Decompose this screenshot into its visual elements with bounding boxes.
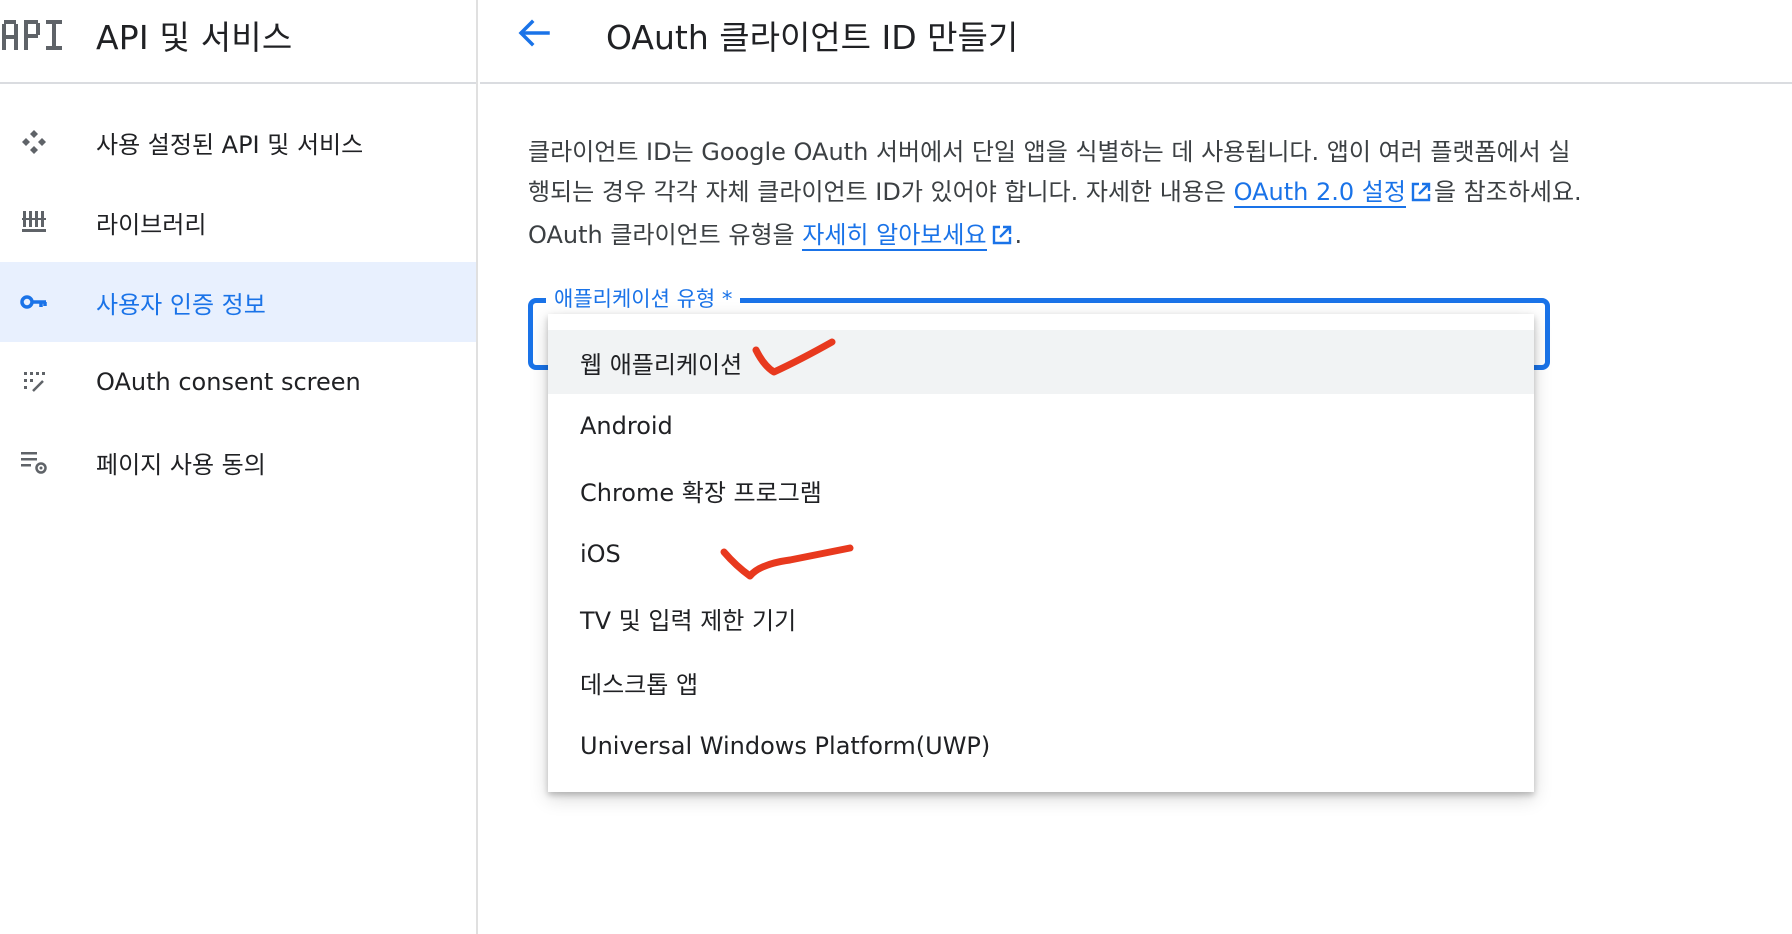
library-icon	[14, 202, 54, 242]
sidebar-item-label: 라이브러리	[96, 210, 207, 239]
sidebar-item-enabled-apis[interactable]: 사용 설정된 API 및 서비스	[0, 102, 476, 182]
option-uwp[interactable]: Universal Windows Platform(UWP)	[548, 714, 1534, 778]
arrow-left-icon	[516, 15, 552, 55]
application-type-label: 애플리케이션 유형 *	[546, 283, 741, 313]
sidebar-item-page-consent[interactable]: 페이지 사용 동의	[0, 422, 476, 502]
sidebar-item-oauth-consent[interactable]: OAuth consent screen	[0, 342, 476, 422]
sidebar-item-label: OAuth consent screen	[96, 368, 361, 396]
sidebar-item-label: 페이지 사용 동의	[96, 450, 266, 479]
api-logo-icon	[0, 15, 66, 55]
page-title: OAuth 클라이언트 ID 만들기	[606, 18, 1019, 57]
sidebar-item-label: 사용 설정된 API 및 서비스	[96, 130, 364, 159]
main-header: OAuth 클라이언트 ID 만들기	[480, 0, 1792, 84]
sidebar-item-label: 사용자 인증 정보	[96, 290, 266, 319]
key-icon	[14, 282, 54, 322]
external-link-icon	[991, 218, 1013, 258]
sidebar: API 및 서비스 사용 설정된 API 및 서비스 라이브러리 사용자 인증 …	[0, 0, 478, 934]
app-title: API 및 서비스	[96, 18, 293, 57]
api-diamond-icon	[14, 122, 54, 162]
application-type-dropdown: 웹 애플리케이션 Android Chrome 확장 프로그램 iOS TV 및…	[548, 314, 1534, 792]
consent-grid-icon	[14, 362, 54, 402]
app-window: API 및 서비스 사용 설정된 API 및 서비스 라이브러리 사용자 인증 …	[0, 0, 1792, 934]
description-part3: .	[1014, 221, 1023, 249]
back-button[interactable]	[506, 7, 562, 63]
option-desktop-app[interactable]: 데스크톱 앱	[548, 650, 1534, 714]
oauth-settings-link[interactable]: OAuth 2.0 설정	[1233, 178, 1406, 208]
main-content: OAuth 클라이언트 ID 만들기 클라이언트 ID는 Google OAut…	[480, 0, 1792, 934]
sidebar-nav: 사용 설정된 API 및 서비스 라이브러리 사용자 인증 정보 OAuth c…	[0, 102, 476, 502]
list-settings-icon	[14, 442, 54, 482]
learn-more-link[interactable]: 자세히 알아보세요	[802, 221, 987, 251]
sidebar-header: API 및 서비스	[0, 0, 476, 84]
description-text: 클라이언트 ID는 Google OAuth 서버에서 단일 앱을 식별하는 데…	[528, 132, 1588, 258]
option-tv-limited-input[interactable]: TV 및 입력 제한 기기	[548, 586, 1534, 650]
option-ios[interactable]: iOS	[548, 522, 1534, 586]
sidebar-item-credentials[interactable]: 사용자 인증 정보	[0, 262, 476, 342]
external-link-icon	[1410, 175, 1432, 215]
option-android[interactable]: Android	[548, 394, 1534, 458]
sidebar-item-library[interactable]: 라이브러리	[0, 182, 476, 262]
option-chrome-extension[interactable]: Chrome 확장 프로그램	[548, 458, 1534, 522]
option-web-app[interactable]: 웹 애플리케이션	[548, 330, 1534, 394]
